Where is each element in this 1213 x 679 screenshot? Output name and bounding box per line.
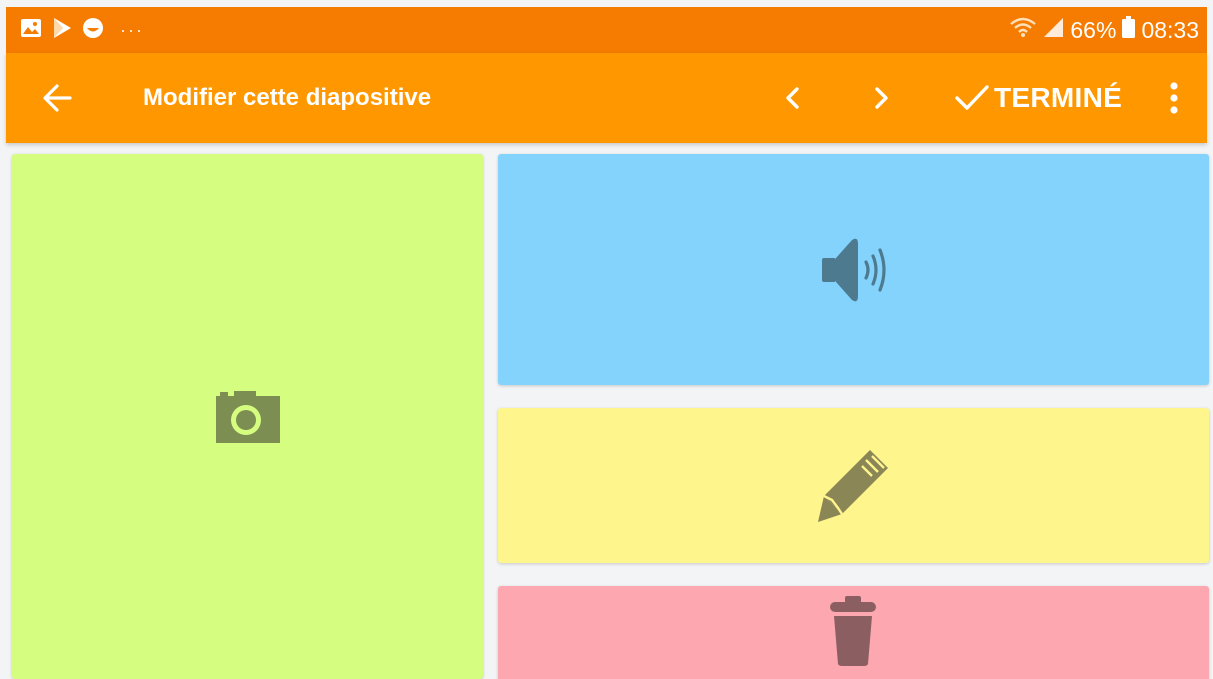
check-icon [955, 85, 989, 110]
battery-percent: 66% [1070, 16, 1117, 43]
done-button-label: TERMINÉ [994, 82, 1123, 113]
signal-icon [1042, 16, 1064, 44]
page-title: Modifier cette diapositive [143, 84, 432, 111]
previous-slide-button[interactable] [776, 81, 810, 115]
delete-tile[interactable] [498, 586, 1209, 679]
text-tile[interactable] [498, 408, 1209, 563]
clock: 08:33 [1141, 16, 1199, 43]
trash-icon [830, 596, 876, 666]
back-button[interactable] [40, 80, 76, 116]
audio-tile[interactable] [498, 154, 1209, 385]
chevron-right-icon [875, 87, 888, 109]
status-bar: ··· 66% 08:33 [6, 7, 1207, 53]
smiley-icon [82, 17, 104, 44]
pencil-icon [818, 450, 888, 522]
more-vert-icon [1170, 82, 1178, 114]
app-bar: Modifier cette diapositive TERMINÉ [6, 53, 1207, 143]
battery-icon [1122, 16, 1136, 44]
status-bar-notifications: ··· [20, 7, 144, 53]
image-tile[interactable] [12, 154, 483, 679]
wifi-icon [1010, 16, 1037, 44]
gallery-icon [20, 18, 42, 43]
next-slide-button[interactable] [864, 81, 898, 115]
status-bar-system: 66% 08:33 [1010, 7, 1199, 53]
camera-icon [216, 391, 280, 443]
status-overflow: ··· [120, 19, 144, 40]
back-arrow-icon [43, 84, 72, 112]
speaker-icon [822, 238, 886, 302]
done-button[interactable]: TERMINÉ [952, 53, 1122, 143]
edit-slide-screen: ··· 66% 08:33 Modifier cette diapositive… [0, 0, 1213, 679]
overflow-menu-button[interactable] [1162, 80, 1186, 116]
play-store-icon [52, 17, 72, 44]
chevron-left-icon [786, 87, 799, 109]
